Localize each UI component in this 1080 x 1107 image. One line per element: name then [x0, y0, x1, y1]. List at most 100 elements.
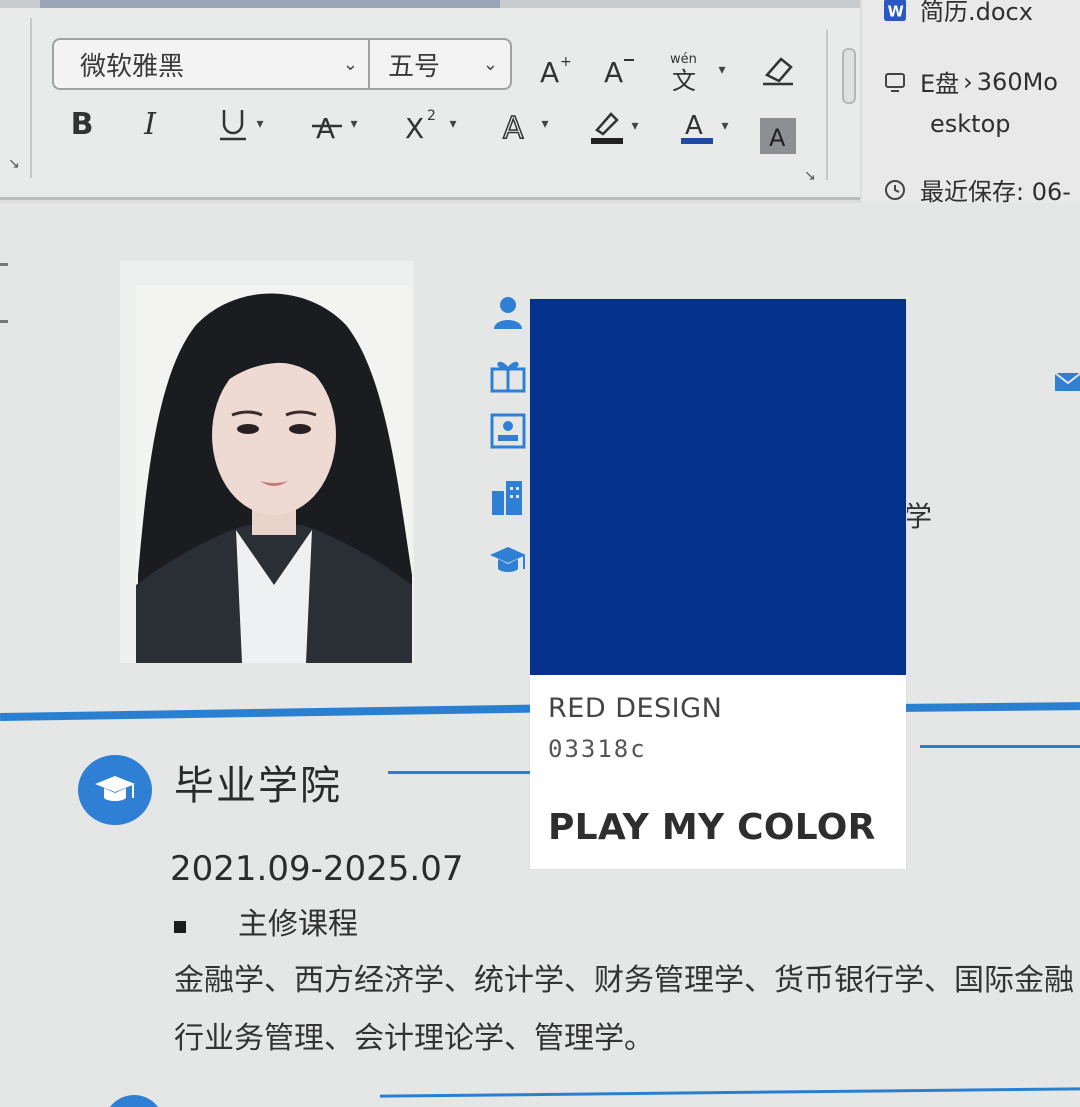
color-swatch [530, 299, 906, 675]
file-location-row[interactable]: E盘 › 360Mo [884, 64, 1058, 99]
chevron-down-icon[interactable]: ▾ [350, 116, 357, 132]
italic-button[interactable]: I [132, 104, 168, 144]
bullet-icon [174, 921, 186, 933]
document-page[interactable]: 学 RED DESIGN 03318c PLAY MY COLOR 毕业学院 2… [0, 203, 1080, 1107]
text-effects-button[interactable]: A ▾ [488, 104, 560, 144]
chevron-down-icon[interactable]: ⌄ [483, 54, 498, 75]
font-size-dropdown[interactable]: 五号 ⌄ [368, 38, 512, 90]
clear-format-button[interactable] [756, 50, 800, 90]
header-divider-line [0, 704, 531, 721]
shrink-font-button[interactable]: A [600, 50, 640, 90]
color-swatch-card: RED DESIGN 03318c PLAY MY COLOR [530, 299, 906, 869]
strikethrough-button[interactable]: A ▾ [298, 104, 370, 144]
major-text-fragment: 学 [904, 500, 933, 533]
char-shading-icon: A [769, 124, 786, 151]
grow-font-button[interactable]: A + [536, 50, 576, 90]
chevron-down-icon[interactable]: ⌄ [343, 54, 358, 75]
highlighter-icon [591, 112, 624, 144]
shrink-font-icon: A [604, 56, 634, 88]
courses-line-1: 金融学、西方经济学、统计学、财务管理学、货币银行学、国际金融 [174, 963, 1074, 998]
font-name-value: 微软雅黑 [80, 51, 185, 82]
person-icon [488, 293, 528, 333]
location-cont: esktop [930, 110, 1011, 138]
highlight-button[interactable]: ▾ [578, 104, 650, 148]
ribbon-separator [30, 18, 32, 178]
section-title: 毕业学院 [174, 763, 342, 809]
section-divider-line [920, 745, 1080, 748]
monitor-icon [884, 71, 906, 93]
recent-save-row: 最近保存: 06- [884, 172, 1071, 207]
text-effects-icon: A [503, 110, 526, 142]
eraser-icon [763, 57, 793, 86]
section-divider-line [388, 771, 530, 774]
svg-text:A: A [540, 56, 559, 88]
grow-font-icon: A + [540, 54, 572, 88]
ribbon-toolbar: ↘ 微软雅黑 ⌄ 五号 ⌄ A + A wén 文 ▾ B I ▾ A ▾ X … [0, 0, 860, 200]
font-size-value: 五号 [388, 51, 441, 82]
chevron-down-icon[interactable]: ▾ [718, 62, 725, 78]
group-launcher-icon[interactable]: ↘ [804, 168, 816, 184]
email-icon [1054, 371, 1080, 393]
svg-text:文: 文 [672, 67, 696, 91]
ribbon-scroll-handle[interactable] [842, 48, 856, 104]
ribbon-separator [826, 30, 828, 180]
word-file-icon: W [884, 0, 906, 21]
underline-icon [220, 110, 247, 141]
svg-text:2: 2 [427, 108, 436, 124]
id-card-icon [488, 411, 528, 451]
location-folder: 360Mo [976, 67, 1058, 96]
file-name-row[interactable]: W 简历.docx [884, 0, 1033, 27]
recent-save: 最近保存: 06- [920, 178, 1071, 206]
header-divider-line [905, 702, 1080, 712]
char-shading-button[interactable]: A [760, 118, 796, 154]
font-color-icon: A [681, 111, 714, 144]
strikethrough-icon: A [312, 112, 343, 142]
svg-text:wén: wén [670, 52, 697, 67]
portrait-image [136, 285, 412, 663]
card-slogan: PLAY MY COLOR [548, 807, 876, 848]
profile-photo[interactable] [136, 285, 412, 663]
phonetic-guide-icon: wén 文 [670, 52, 697, 91]
location-drive: E盘 [920, 70, 960, 98]
active-tab-strip[interactable] [40, 0, 500, 8]
page-edge-marker [0, 263, 8, 323]
graduation-cap-icon [95, 776, 135, 801]
profile-photo-frame [120, 261, 414, 663]
svg-text:A: A [769, 124, 786, 151]
graduation-cap-icon [488, 541, 528, 581]
courses-heading: 主修课程 [238, 907, 358, 942]
superscript-button[interactable]: X 2 ▾ [394, 104, 466, 144]
building-icon [488, 477, 528, 517]
card-brand: RED DESIGN [548, 693, 723, 724]
svg-text:A: A [604, 56, 623, 88]
ribbon-top-strip [0, 0, 860, 8]
phonetic-guide-button[interactable]: wén 文 ▾ [662, 48, 732, 92]
bold-button[interactable]: B [64, 104, 100, 144]
next-section-badge [104, 1095, 164, 1107]
font-color-button[interactable]: A ▾ [668, 104, 740, 148]
clock-icon [884, 179, 906, 201]
underline-button[interactable]: ▾ [204, 104, 276, 144]
chevron-down-icon[interactable]: ▾ [256, 116, 263, 132]
courses-line-2: 行业务管理、会计理论学、管理学。 [174, 1021, 654, 1056]
education-date-range: 2021.09-2025.07 [170, 849, 464, 889]
group-launcher-icon[interactable]: ↘ [8, 156, 20, 172]
font-name-dropdown[interactable]: 微软雅黑 ⌄ [52, 38, 370, 90]
svg-text:X: X [405, 112, 424, 142]
chevron-down-icon[interactable]: ▾ [449, 116, 456, 132]
file-name: 简历.docx [920, 0, 1033, 26]
svg-text:A: A [685, 111, 703, 141]
location-separator: › [963, 67, 973, 96]
card-color-code: 03318c [548, 735, 647, 763]
svg-text:A: A [503, 111, 524, 142]
section-badge [78, 755, 152, 825]
chevron-down-icon[interactable]: ▾ [721, 118, 728, 134]
chevron-down-icon[interactable]: ▾ [541, 116, 548, 132]
section-divider-line [380, 1087, 1080, 1098]
chevron-down-icon[interactable]: ▾ [631, 118, 638, 134]
superscript-icon: X 2 [405, 108, 436, 142]
svg-text:W: W [888, 3, 904, 20]
gift-icon [488, 355, 528, 395]
file-location-continued: esktop [930, 110, 1011, 138]
svg-text:+: + [560, 54, 572, 70]
